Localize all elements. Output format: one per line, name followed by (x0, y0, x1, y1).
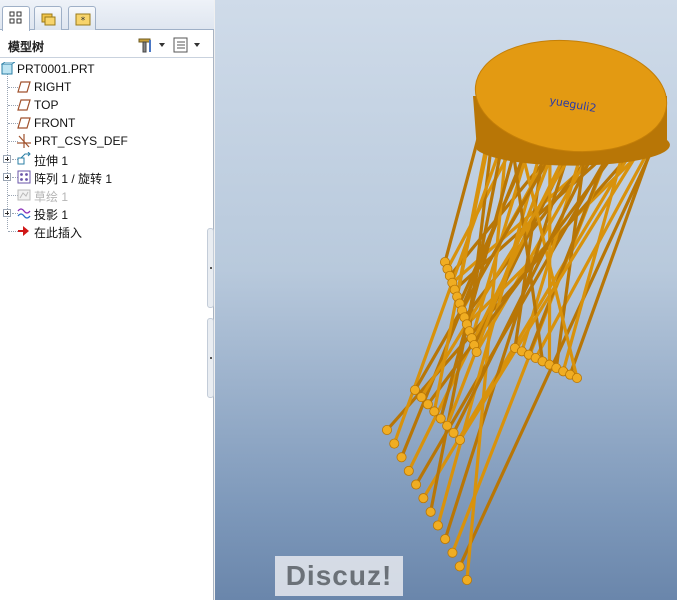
model-tree: PRT0001.PRT RIGHT TOP FRONT PRT_CSYS_DEF… (0, 60, 213, 240)
tab-folder-browser[interactable] (34, 6, 62, 30)
extrude-icon (17, 152, 31, 165)
navigator-panel: * 模型树 PRT0001.PRT RIGHT TOP FRONT PRT_CS… (0, 0, 214, 600)
model-render: yueguli2 (381, 31, 672, 586)
part-icon (1, 62, 15, 75)
ball-end (396, 452, 407, 463)
ball-end (448, 427, 459, 438)
folder-browser-icon (41, 13, 56, 26)
tree-item-extrude[interactable]: 拉伸 1 (0, 150, 213, 168)
ball-end (429, 406, 440, 417)
ball-end (425, 506, 436, 517)
datum-plane-icon (17, 117, 31, 129)
csys-icon (17, 134, 31, 148)
ball-end (454, 561, 465, 572)
model-tree-title: 模型树 (8, 40, 45, 54)
ball-end (454, 434, 465, 445)
ball-end (409, 384, 420, 395)
expand-icon[interactable] (3, 209, 11, 217)
ball-end (471, 346, 482, 357)
tree-item-sketch[interactable]: 草绘 1 (0, 186, 213, 204)
tree-item-csys[interactable]: PRT_CSYS_DEF (0, 132, 213, 150)
sketch-icon (17, 189, 31, 201)
ball-end (432, 520, 443, 531)
panel-splitter-top[interactable] (207, 228, 214, 308)
ball-end (461, 575, 472, 586)
graphics-viewport[interactable]: yueguli2 Discuz! (215, 0, 677, 600)
ball-end (416, 392, 427, 403)
ball-end (435, 413, 446, 424)
model-tree-header: 模型树 (0, 31, 213, 58)
disk-top[interactable]: yueguli2 (470, 31, 672, 166)
settings-button[interactable] (137, 36, 165, 54)
tree-item-front[interactable]: FRONT (0, 114, 213, 132)
tree-item-insert-here[interactable]: 在此插入 (0, 222, 213, 240)
model-tree-icon (9, 11, 22, 24)
datum-plane-icon (17, 99, 31, 111)
ball-end (403, 465, 414, 476)
ball-end (411, 479, 422, 490)
navigator-tabbar: * (0, 0, 214, 31)
expand-icon[interactable] (3, 173, 11, 181)
tree-item-right[interactable]: RIGHT (0, 78, 213, 96)
panel-splitter-bottom[interactable] (207, 318, 214, 398)
tree-item-part[interactable]: PRT0001.PRT (0, 60, 213, 78)
favorites-icon: * (75, 13, 91, 26)
ball-end (381, 424, 392, 435)
insert-here-icon (18, 226, 29, 236)
chevron-down-icon (194, 43, 200, 47)
watermark: Discuz! (275, 556, 403, 596)
tools-icon (138, 38, 151, 53)
ball-end (447, 547, 458, 558)
tab-favorites[interactable]: * (68, 6, 96, 30)
ball-end (442, 420, 453, 431)
svg-text:*: * (81, 16, 86, 26)
ball-end (389, 438, 400, 449)
expand-icon[interactable] (3, 155, 11, 163)
ball-end (418, 493, 429, 504)
ball-end (440, 534, 451, 545)
tree-item-project[interactable]: 投影 1 (0, 204, 213, 222)
show-button[interactable] (172, 36, 200, 54)
ball-end (571, 372, 582, 383)
ball-end (422, 399, 433, 410)
datum-plane-icon (17, 81, 31, 93)
pattern-icon (17, 170, 31, 184)
tree-item-pattern[interactable]: 阵列 1 / 旋转 1 (0, 168, 213, 186)
project-icon (17, 208, 31, 219)
list-icon (173, 37, 188, 53)
tree-item-top[interactable]: TOP (0, 96, 213, 114)
tab-model-tree[interactable] (2, 6, 30, 31)
chevron-down-icon (159, 43, 165, 47)
